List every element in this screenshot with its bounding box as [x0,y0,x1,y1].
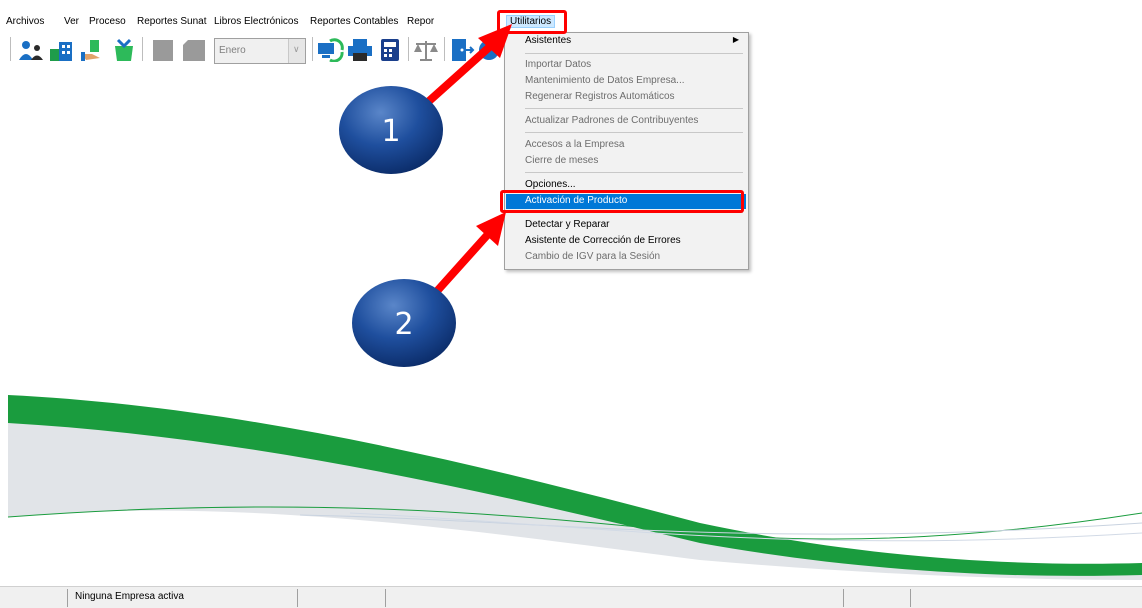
status-company-text: Ninguna Empresa activa [75,591,184,602]
annotation-arrow-2 [434,212,506,294]
bubble-1-number: 1 [381,114,400,149]
annotation-bubble-2: 2 [352,279,456,367]
status-divider [67,589,68,607]
status-divider [910,589,911,607]
status-divider [297,589,298,607]
status-bar: Ninguna Empresa activa [0,586,1142,608]
annotation-bubble-1: 1 [339,86,443,174]
annotation-overlay: 1 2 [339,24,512,367]
status-divider [843,589,844,607]
bubble-2-number: 2 [394,307,413,342]
status-divider [385,589,386,607]
annotation-arrow-1 [424,24,512,106]
